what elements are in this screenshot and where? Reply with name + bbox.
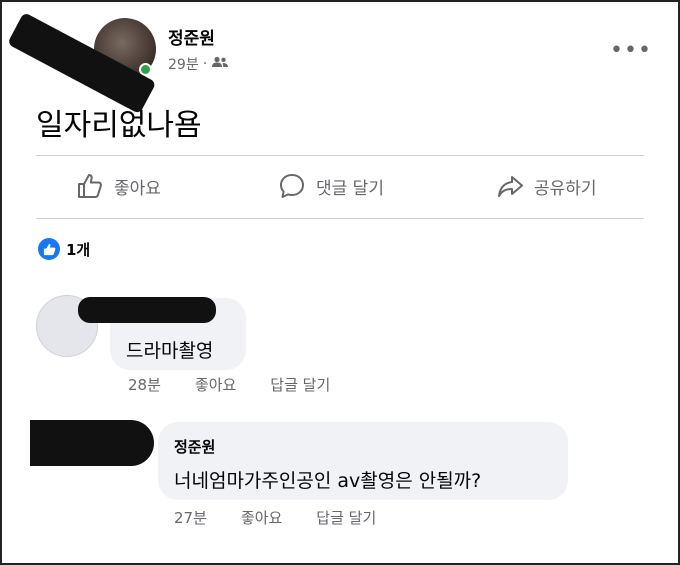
like-button-label: 좋아요 <box>114 178 161 199</box>
divider <box>36 155 644 156</box>
comment-actions: 27분 좋아요 답글 달기 <box>174 507 376 528</box>
share-button-label: 공유하기 <box>534 178 597 199</box>
post-screen: 정준원 29분 · ••• 일자리없나욤 좋아요 댓글 달기 공유하기 1개 드… <box>0 0 680 565</box>
thumbs-up-icon <box>76 172 104 200</box>
share-button[interactable]: 공유하기 <box>496 172 597 200</box>
comment-text: 너네엄마가주인공인 av촬영은 안될까? <box>174 470 482 492</box>
comment-actions: 28분 좋아요 답글 달기 <box>128 374 330 395</box>
comment-like-button[interactable]: 좋아요 <box>241 507 282 528</box>
comment-time[interactable]: 27분 <box>174 507 207 528</box>
comment-reply-button[interactable]: 답글 달기 <box>316 507 376 528</box>
like-button[interactable]: 좋아요 <box>76 172 161 200</box>
comment-reply-button[interactable]: 답글 달기 <box>270 374 330 395</box>
friends-audience-icon <box>211 56 229 72</box>
reaction-summary[interactable]: 1개 <box>38 238 90 260</box>
comment-text: 드라마촬영 <box>126 340 214 362</box>
redaction-bar <box>78 297 216 323</box>
comment-like-button[interactable]: 좋아요 <box>195 374 236 395</box>
comment-icon <box>278 172 306 200</box>
post-author-name[interactable]: 정준원 <box>168 24 215 49</box>
meta-separator: · <box>202 56 208 72</box>
share-icon <box>496 172 524 200</box>
divider <box>36 218 644 219</box>
comment-time[interactable]: 28분 <box>128 374 161 395</box>
more-options-icon[interactable]: ••• <box>610 38 652 63</box>
reaction-count: 1개 <box>66 240 91 259</box>
post-text: 일자리없나욤 <box>36 108 202 143</box>
comment-button-label: 댓글 달기 <box>316 178 384 199</box>
post-time[interactable]: 29분 <box>168 54 199 74</box>
like-reaction-icon <box>38 238 60 260</box>
comment-author-name[interactable]: 정준원 <box>174 436 215 457</box>
redaction-bar <box>30 420 154 466</box>
post-meta: 29분 · <box>168 54 229 74</box>
comment-bubble: 정준원 너네엄마가주인공인 av촬영은 안될까? <box>158 422 568 500</box>
comment-button[interactable]: 댓글 달기 <box>278 172 384 200</box>
